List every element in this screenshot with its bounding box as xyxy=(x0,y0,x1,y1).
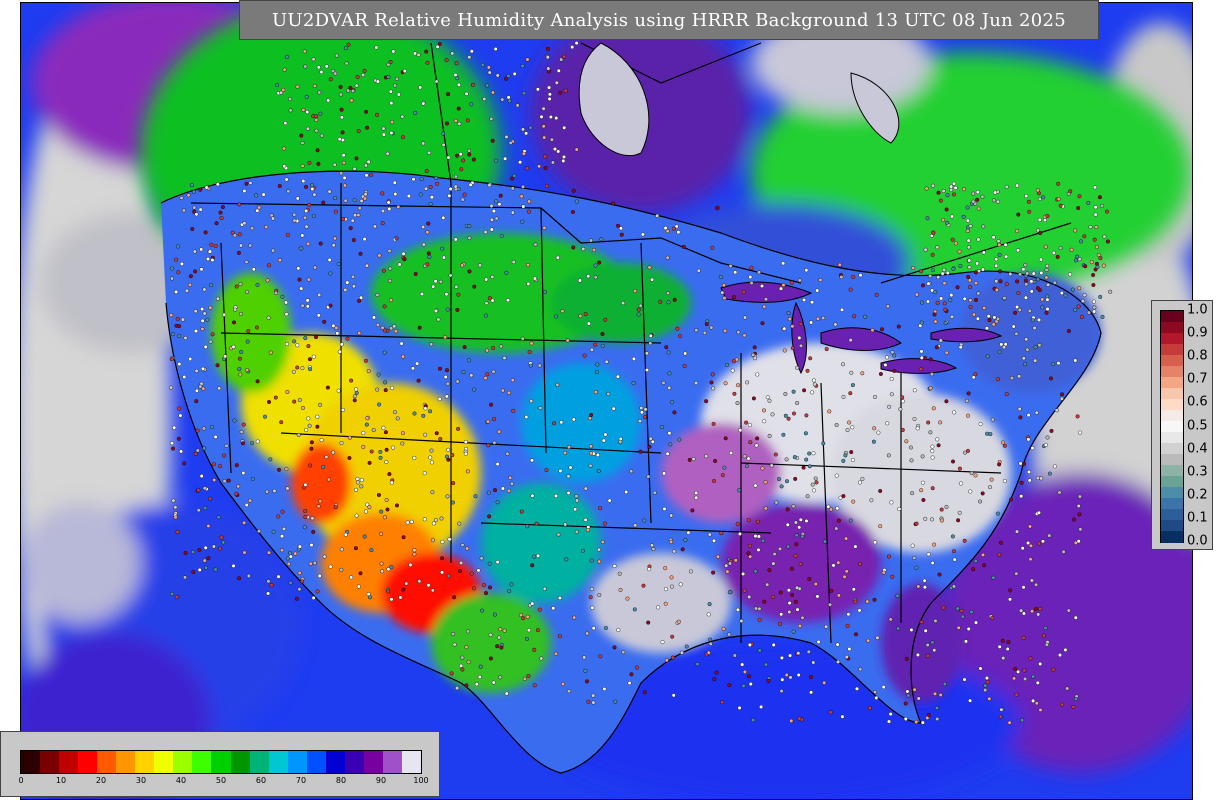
increment-colorbar-segment xyxy=(1161,465,1183,477)
increment-colorbar-tick-label: 0.6 xyxy=(1187,394,1208,410)
increment-colorbar-segment xyxy=(1161,322,1183,334)
increment-colorbar-segment xyxy=(1161,509,1183,521)
rh-colorbar-segment xyxy=(154,751,174,773)
rh-colorbar-segment xyxy=(325,751,346,773)
rh-colorbar-segment xyxy=(306,751,327,773)
increment-colorbar-tick-label: 1.0 xyxy=(1187,302,1208,318)
increment-colorbar-tick-label: 0.2 xyxy=(1187,487,1208,503)
rh-colorbar-tick-label: 60 xyxy=(255,776,267,785)
increment-colorbar-tick-label: 0.0 xyxy=(1187,533,1208,549)
increment-colorbar-segment xyxy=(1161,377,1183,389)
rh-colorbar-segment xyxy=(249,751,270,773)
rh-colorbar-tick-label: 10 xyxy=(55,776,67,785)
increment-colorbar-segment xyxy=(1161,432,1183,444)
increment-colorbar-tick-label: 0.4 xyxy=(1187,441,1208,457)
rh-analysis-map xyxy=(21,3,1192,799)
rh-colorbar-segment xyxy=(78,751,98,773)
increment-colorbar-segment xyxy=(1161,498,1183,510)
increment-colorbar-segment xyxy=(1161,410,1183,422)
increment-colorbar-segment xyxy=(1161,476,1183,488)
rh-colorbar-segment xyxy=(40,751,60,773)
increment-colorbar-segment xyxy=(1161,333,1183,345)
increment-colorbar-tick-label: 0.8 xyxy=(1187,348,1208,364)
increment-colorbar-segment xyxy=(1161,443,1183,455)
rh-colorbar xyxy=(20,750,422,774)
rh-colorbar-segment xyxy=(401,751,422,773)
rh-colorbar-segment xyxy=(382,751,403,773)
increment-colorbar-segment xyxy=(1161,355,1183,367)
increment-colorbar-segment xyxy=(1161,366,1183,378)
rh-colorbar-tick-label: 20 xyxy=(95,776,107,785)
rh-colorbar-tick-label: 40 xyxy=(175,776,187,785)
rh-colorbar-tick-label: 70 xyxy=(295,776,307,785)
increment-colorbar-tick-label: 0.9 xyxy=(1187,325,1208,341)
rh-colorbar-tick-label: 30 xyxy=(135,776,147,785)
increment-colorbar-segment xyxy=(1161,311,1183,323)
rh-colorbar-segment xyxy=(268,751,289,773)
rh-colorbar-segment xyxy=(192,751,212,773)
rh-colorbar-tick-label: 50 xyxy=(215,776,227,785)
increment-colorbar-tick-label: 0.3 xyxy=(1187,464,1208,480)
rh-colorbar-segment xyxy=(363,751,384,773)
rh-colorbar-segment xyxy=(230,751,251,773)
rh-colorbar-segment xyxy=(21,751,41,773)
rh-colorbar-segment xyxy=(135,751,155,773)
rh-colorbar-segment xyxy=(344,751,365,773)
map-frame xyxy=(20,2,1193,800)
rh-colorbar-tick-label: 0 xyxy=(18,776,24,785)
rh-colorbar-segment xyxy=(287,751,308,773)
increment-colorbar xyxy=(1160,310,1184,543)
increment-colorbar-legend: 1.0 0.9 0.8 0.7 0.6 0.5 0.4 0.3 0.2 0.1 0.0 xyxy=(1151,300,1213,550)
rh-colorbar-tick-label: 100 xyxy=(413,776,429,785)
rh-colorbar-segment xyxy=(173,751,193,773)
rh-colorbar-segment xyxy=(97,751,117,773)
rh-colorbar-segment xyxy=(116,751,136,773)
increment-colorbar-tick-label: 0.7 xyxy=(1187,371,1208,387)
increment-colorbar-segment xyxy=(1161,388,1183,400)
increment-colorbar-segment xyxy=(1161,531,1183,543)
increment-colorbar-segment xyxy=(1161,344,1183,356)
increment-colorbar-segment xyxy=(1161,487,1183,499)
increment-colorbar-tick-label: 0.5 xyxy=(1187,418,1208,433)
map-title: UU2DVAR Relative Humidity Analysis using… xyxy=(239,0,1099,40)
increment-colorbar-segment xyxy=(1161,399,1183,411)
rh-colorbar-segment xyxy=(59,751,79,773)
rh-colorbar-legend: 0 10 20 30 40 50 60 70 80 90 100 xyxy=(0,731,440,797)
rh-colorbar-tick-label: 90 xyxy=(375,776,387,785)
rh-colorbar-segment xyxy=(211,751,232,773)
increment-colorbar-segment xyxy=(1161,520,1183,532)
increment-colorbar-tick-label: 0.1 xyxy=(1187,510,1208,526)
increment-colorbar-segment xyxy=(1161,454,1183,466)
rh-colorbar-tick-label: 80 xyxy=(335,776,347,785)
increment-colorbar-segment xyxy=(1161,421,1183,433)
